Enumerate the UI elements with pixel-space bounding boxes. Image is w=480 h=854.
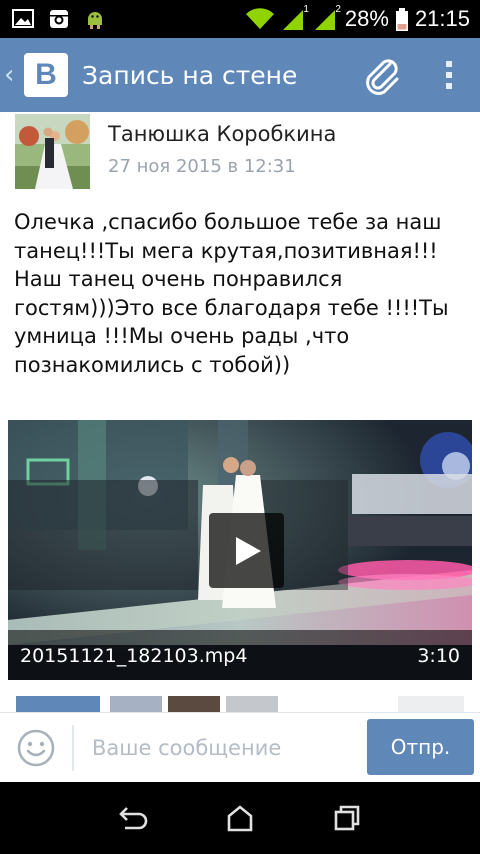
attachments-strip — [0, 696, 480, 712]
message-input[interactable] — [92, 727, 354, 769]
vk-logo[interactable]: В — [24, 53, 68, 97]
wifi-icon — [245, 8, 275, 30]
thumbnail[interactable] — [226, 696, 278, 712]
video-filename: 20151121_182103.mp4 — [20, 645, 248, 667]
more-vertical-icon[interactable] — [434, 50, 464, 100]
back-icon[interactable] — [109, 794, 157, 842]
navigation-bar — [0, 782, 480, 854]
post-date: 27 ноя 2015 в 12:31 — [108, 156, 296, 177]
recent-apps-icon[interactable] — [323, 794, 371, 842]
avatar[interactable] — [15, 114, 90, 189]
send-button[interactable]: Отпр. — [367, 719, 474, 775]
signal-icon: 1 — [281, 4, 309, 30]
back-chevron-icon[interactable]: ‹ — [4, 60, 18, 90]
app-bar: ‹ В Запись на стене — [0, 38, 480, 112]
thumbnail[interactable] — [110, 696, 162, 712]
page-title: Запись на стене — [82, 60, 298, 90]
video-attachment[interactable]: 20151121_182103.mp4 3:10 — [8, 420, 472, 680]
strip-button[interactable] — [16, 696, 100, 712]
strip-more[interactable] — [398, 696, 464, 712]
post-header: Танюшка Коробкина 27 ноя 2015 в 12:31 — [0, 112, 480, 202]
vk-logo-letter: В — [35, 58, 57, 91]
author-name[interactable]: Танюшка Коробкина — [108, 122, 336, 146]
video-duration: 3:10 — [417, 645, 460, 667]
home-icon[interactable] — [216, 794, 264, 842]
image-icon — [12, 8, 34, 30]
play-icon — [235, 536, 261, 565]
divider — [72, 725, 74, 771]
battery-icon — [395, 8, 409, 31]
battery-percent: 28% — [344, 6, 389, 31]
smile-icon[interactable] — [16, 728, 56, 768]
status-bar: 1 2 28% 21:15 — [0, 0, 480, 38]
attachment-icon — [366, 59, 399, 95]
message-composer: Отпр. — [0, 712, 480, 782]
instagram-icon — [48, 8, 70, 30]
thumbnail[interactable] — [168, 696, 220, 712]
signal-icon: 2 — [313, 4, 341, 30]
android-icon — [84, 8, 106, 30]
post-text: Олечка ,спасибо большое тебе за наш тане… — [14, 210, 449, 377]
play-button[interactable] — [209, 513, 284, 588]
clock: 21:15 — [414, 6, 470, 31]
signal-sim-1-label: 1 — [303, 4, 309, 15]
attach-button[interactable] — [356, 50, 406, 100]
signal-sim-2-label: 2 — [335, 4, 341, 15]
